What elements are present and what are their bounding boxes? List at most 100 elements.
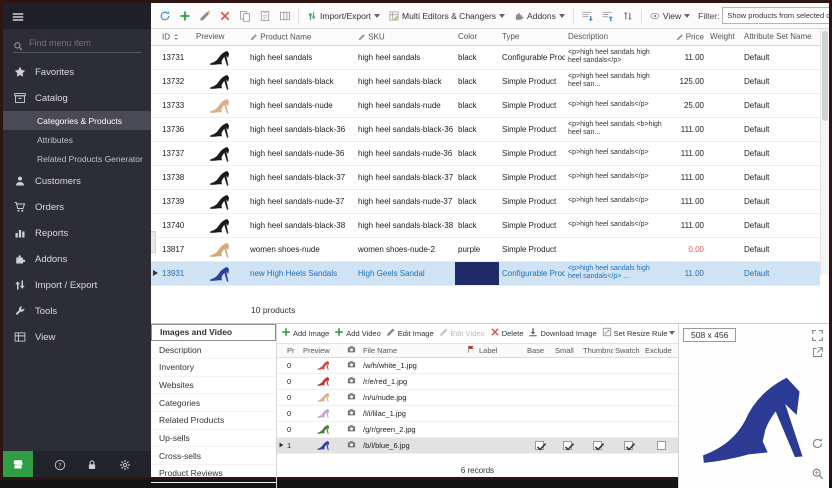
add-product-icon[interactable] [176,7,193,24]
exclude-cell[interactable] [643,422,679,438]
column-header-attribute-set[interactable]: Attribute Set Name [741,29,820,45]
column-header-sku[interactable]: SKU [355,29,455,45]
base-cell[interactable] [525,438,553,454]
product-price[interactable]: 111.00 [665,117,707,141]
zoom-icon[interactable] [811,467,824,480]
delete-button[interactable]: Delete [490,327,524,339]
base-cell[interactable] [525,374,553,390]
base-cell[interactable] [525,406,553,422]
sidebar-item-favorites[interactable]: Favorites [3,59,151,85]
product-sku[interactable]: high heel sandals-black-38 [355,213,455,237]
sidebar-item-related-products-generator[interactable]: Related Products Generator [3,149,151,168]
swatch-cell[interactable] [613,422,643,438]
product-sku[interactable]: high heel sandals-black-36 [355,117,455,141]
sidebar-item-tools[interactable]: Tools [3,298,151,324]
column-header-price[interactable]: Price [665,29,707,45]
small-cell[interactable] [553,358,581,374]
sidebar-search[interactable] [13,38,141,53]
sidebar-item-import-export[interactable]: Import / Export [3,272,151,298]
columns-icon[interactable] [276,7,293,24]
image-label[interactable] [477,358,525,374]
store-icon[interactable] [3,451,33,477]
exclude-cell-checkbox[interactable] [657,441,666,450]
image-position[interactable]: 0 [285,374,301,390]
tab-categories[interactable]: Categories [151,394,276,412]
column-header-color[interactable]: Color [455,29,499,45]
product-price[interactable]: 111.00 [665,213,707,237]
hamburger-menu-icon[interactable] [12,10,24,22]
image-label[interactable] [477,422,525,438]
refresh-icon[interactable] [156,7,173,24]
thumbnail-cell[interactable] [581,374,613,390]
tab-product-reviews[interactable]: Product Reviews [151,465,276,483]
small-cell[interactable] [553,422,581,438]
multi-editors-button[interactable]: Multi Editors & Changers [386,10,508,22]
image-position[interactable]: 0 [285,406,301,422]
product-price[interactable]: 111.00 [665,189,707,213]
column-header-small[interactable]: Small [553,344,581,358]
image-label[interactable] [477,438,525,454]
swatch-cell[interactable] [613,406,643,422]
product-name[interactable]: high heel sandals [247,45,355,69]
column-header-description[interactable]: Description [565,29,665,45]
column-header-image-preview[interactable]: Preview [301,344,345,358]
swatch-cell[interactable] [613,438,643,454]
product-price[interactable]: 111.00 [665,165,707,189]
product-sku[interactable]: high heel sandals-black [355,69,455,93]
column-header-preview[interactable]: Preview [193,29,247,45]
base-cell[interactable] [525,390,553,406]
image-file-name[interactable]: /l/i/lilac_1.jpg [361,406,465,422]
image-row[interactable]: 0/r/e/red_1.jpg [277,374,679,390]
image-position[interactable]: 0 [285,390,301,406]
product-row[interactable]: 13739high heel sandals-nude-37high heel … [151,189,820,213]
refresh-preview-icon[interactable] [811,437,824,450]
paste-icon[interactable] [256,7,273,24]
image-label[interactable] [477,406,525,422]
product-name[interactable]: high heel sandals-black-37 [247,165,355,189]
exclude-cell[interactable] [643,390,679,406]
copy-icon[interactable] [236,7,253,24]
set-resize-rule-button[interactable]: Set Resize Rule [602,327,676,339]
product-name[interactable]: high heel sandals-nude [247,93,355,117]
sidebar-item-orders[interactable]: Orders [3,194,151,220]
column-header-base[interactable]: Base [525,344,553,358]
settings-gear-icon[interactable] [119,458,131,470]
scrollbar-thumb[interactable] [822,31,828,121]
column-header-product-name[interactable]: Product Name [247,29,355,45]
edit-video-button[interactable]: Edit Video [439,327,485,339]
tab-inventory[interactable]: Inventory [151,359,276,377]
product-price[interactable]: 125.00 [665,69,707,93]
image-file-name[interactable]: /r/e/red_1.jpg [361,374,465,390]
thumbnail-cell-checkbox[interactable] [593,441,602,450]
product-name[interactable]: high heel sandals-black-36 [247,117,355,141]
image-file-name[interactable]: /g/r/green_2.jpg [361,422,465,438]
image-position[interactable]: 1 [285,438,301,454]
column-header-exclude[interactable]: Exclude [643,344,679,358]
product-row[interactable]: 13737high heel sandals-nude-36high heel … [151,141,820,165]
sidebar-item-catalog[interactable]: Catalog [3,85,151,111]
small-cell[interactable] [553,438,581,454]
column-header-id[interactable]: ID [159,29,193,45]
view-button[interactable]: View [647,10,693,22]
open-external-icon[interactable] [811,346,824,359]
product-name[interactable]: new High Heels Sandals [247,261,355,285]
sidebar-item-view[interactable]: View [3,324,151,350]
exclude-cell[interactable] [643,374,679,390]
product-sku[interactable]: women shoes-nude-2 [355,237,455,261]
column-header-label[interactable]: Label [477,344,525,358]
product-row[interactable]: 13740high heel sandals-black-38high heel… [151,213,820,237]
filter-category-select[interactable]: Show products from selected categories [722,7,829,24]
product-sku[interactable]: high heel sandals-nude-37 [355,189,455,213]
thumbnail-cell[interactable] [581,406,613,422]
thumbnail-cell[interactable] [581,358,613,374]
image-file-name[interactable]: /b/l/blue_6.jpg [361,438,465,454]
thumbnail-cell[interactable] [581,390,613,406]
product-row[interactable]: 13736high heel sandals-black-36high heel… [151,117,820,141]
image-row[interactable]: 0/l/i/lilac_1.jpg [277,406,679,422]
tab-images-and-video[interactable]: Images and Video [151,324,276,342]
column-header-thumbnail[interactable]: Thumbna [581,344,613,358]
image-label[interactable] [477,390,525,406]
small-cell[interactable] [553,390,581,406]
column-header-position[interactable]: Pr [285,344,301,358]
swatch-cell[interactable] [613,374,643,390]
